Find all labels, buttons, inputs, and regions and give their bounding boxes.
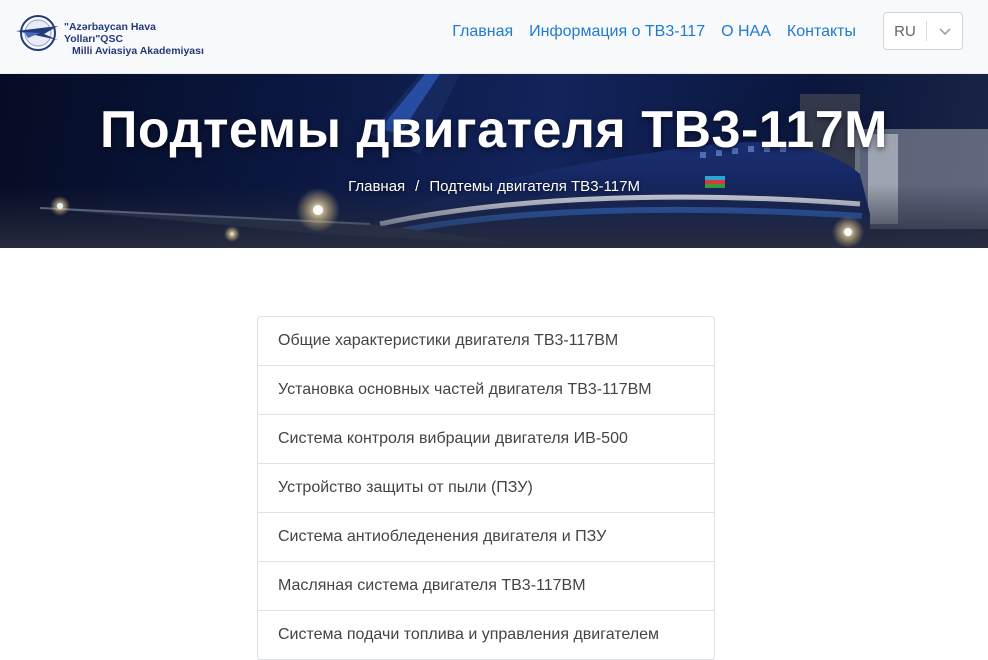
logo-text: "Azərbaycan Hava Yolları"QSC Milli Avias… [64,21,214,57]
logo-line-1: "Azərbaycan Hava Yolları"QSC [64,21,156,45]
logo-line-2: Milli Aviasiya Akademiyası [72,45,204,57]
list-item[interactable]: Устройство защиты от пыли (ПЗУ) [258,464,714,513]
list-item[interactable]: Установка основных частей двигателя ТВ3-… [258,366,714,415]
list-item[interactable]: Система контроля вибрации двигателя ИВ-5… [258,415,714,464]
list-item[interactable]: Общие характеристики двигателя ТВ3-117ВМ [258,317,714,366]
nav-tv3-info[interactable]: Информация о ТВ3-117 [521,22,713,42]
topic-list: Общие характеристики двигателя ТВ3-117ВМ… [257,316,715,660]
list-item[interactable]: Система подачи топлива и управления двиг… [258,611,714,660]
page-title: Подтемы двигателя ТВ3-117М [100,101,888,159]
top-navbar: "Azərbaycan Hava Yolları"QSC Milli Avias… [0,0,988,74]
breadcrumb-current: Подтемы двигателя ТВ3-117М [429,178,640,195]
list-item[interactable]: Масляная система двигателя ТВ3-117ВМ [258,562,714,611]
language-select[interactable]: RU [883,12,963,50]
nav-contacts[interactable]: Контакты [779,22,864,42]
breadcrumb-separator: / [415,178,420,195]
chevron-down-icon[interactable] [927,26,962,36]
language-value: RU [894,22,916,40]
main-nav: Главная Информация о ТВ3-117 О НАА Конта… [444,22,864,42]
nav-about[interactable]: О НАА [713,22,779,42]
nav-home[interactable]: Главная [444,22,521,42]
hero-banner: Подтемы двигателя ТВ3-117М Главная / Подте… [0,74,988,248]
list-item[interactable]: Система антиобледенения двигателя и ПЗУ [258,513,714,562]
breadcrumb-home[interactable]: Главная [348,178,405,195]
airline-logo-icon [16,15,58,51]
academy-logo[interactable]: "Azərbaycan Hava Yolları"QSC Milli Avias… [14,12,214,57]
breadcrumb: Главная / Подтемы двигателя ТВ3-117М [0,178,988,195]
